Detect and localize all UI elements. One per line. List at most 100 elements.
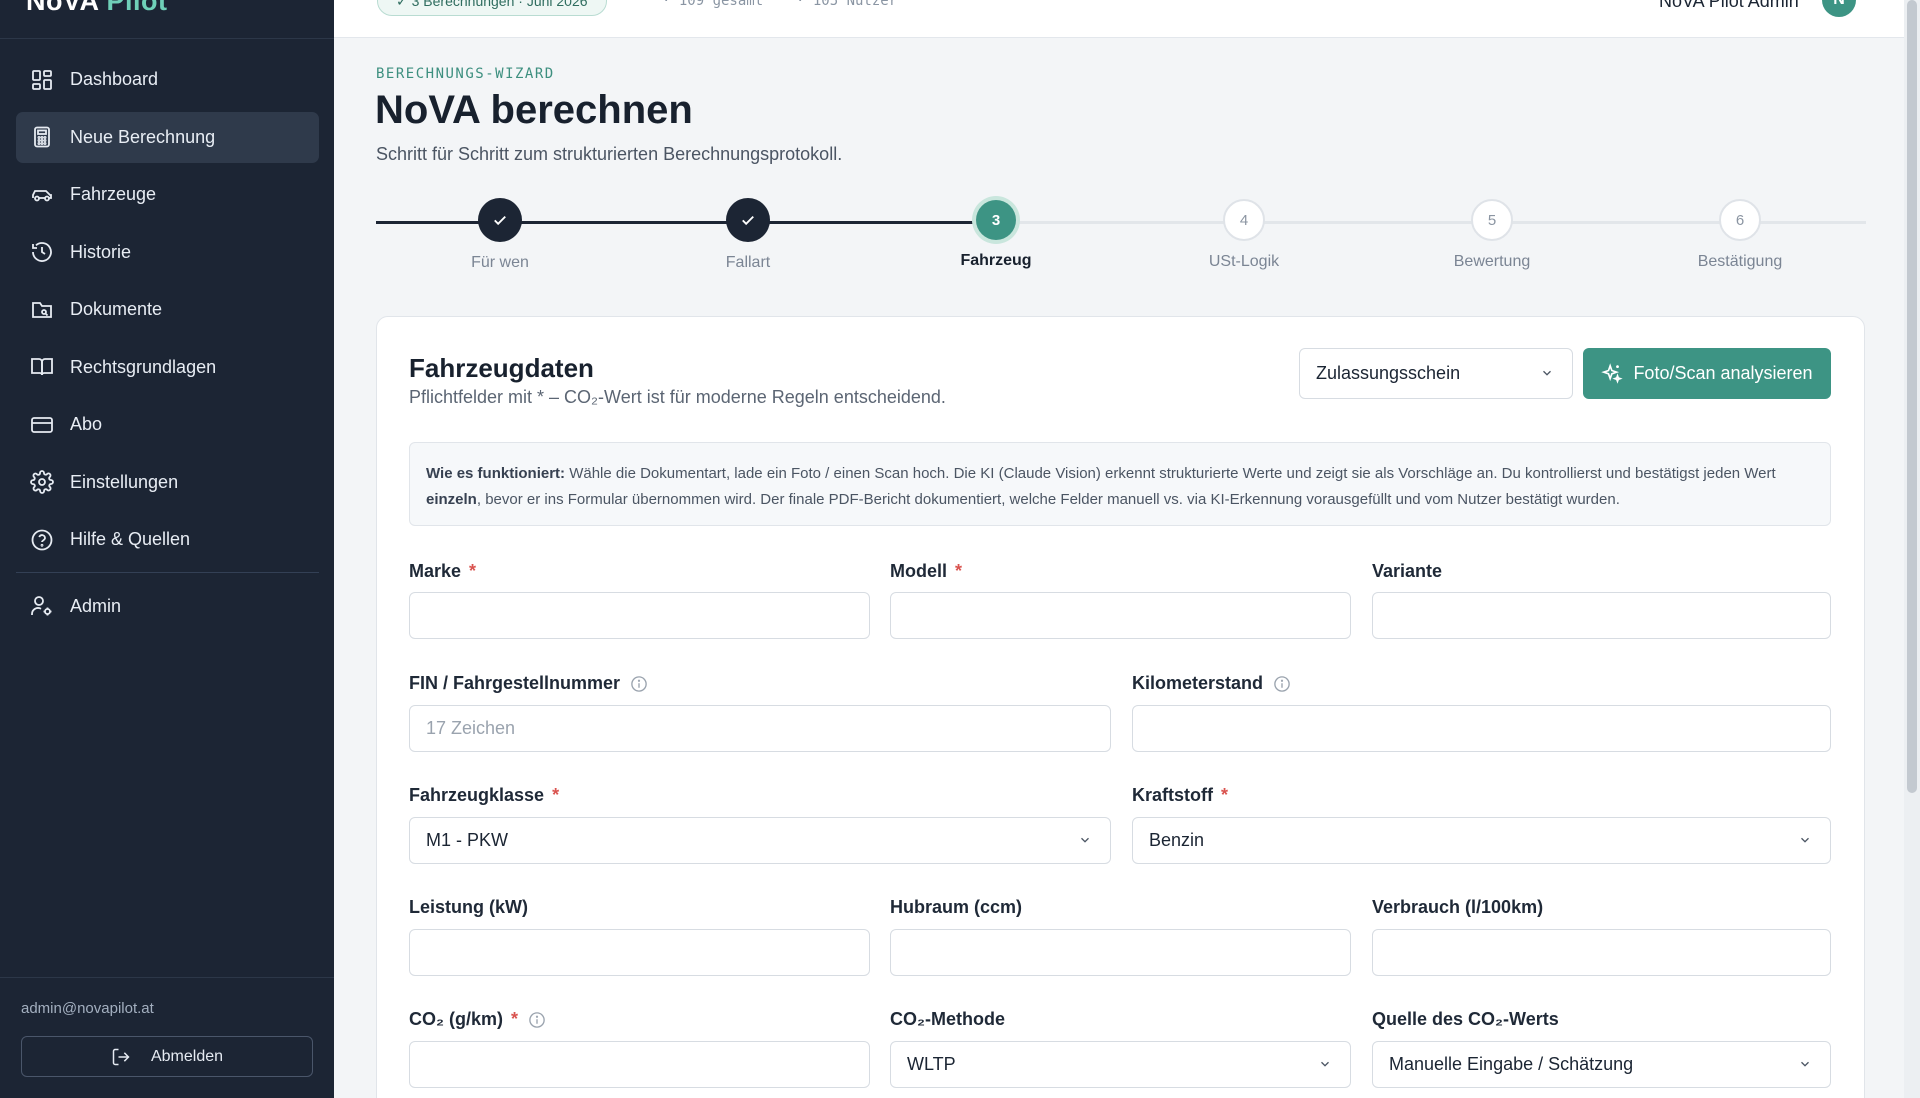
sidebar-item-label: Neue Berechnung	[70, 126, 216, 147]
card-subtitle: Pflichtfelder mit * – CO₂-Wert ist für m…	[409, 387, 946, 407]
step-label: Für wen	[471, 254, 529, 271]
fahrzeugklasse-label: Fahrzeugklasse *	[409, 785, 560, 805]
required-marker: *	[511, 1009, 519, 1029]
fahrzeugklasse-select[interactable]: M1 - PKW	[409, 817, 1111, 864]
fahrzeugklasse-value: M1 - PKW	[426, 830, 509, 850]
total-count: · 109 gesamt	[662, 0, 764, 9]
avatar[interactable]: N	[1822, 0, 1856, 17]
document-folder-icon	[30, 298, 54, 322]
divider	[0, 38, 334, 39]
sidebar-item-label: Rechtsgrundlagen	[70, 356, 217, 377]
co2-label: CO₂ (g/km) *	[409, 1009, 546, 1030]
variante-input[interactable]	[1372, 592, 1831, 639]
user-email: admin@novapilot.at	[21, 1000, 154, 1017]
step-number: 6	[1719, 199, 1761, 241]
sidebar-item-einstellungen[interactable]: Einstellungen	[16, 457, 319, 508]
modell-input[interactable]	[890, 592, 1351, 639]
sidebar-item-hilfe[interactable]: Hilfe & Quellen	[16, 514, 319, 565]
sidebar-item-label: Abo	[70, 414, 103, 434]
scrollbar-thumb[interactable]	[1907, 0, 1917, 793]
sidebar-item-historie[interactable]: Historie	[16, 227, 319, 278]
car-icon	[30, 183, 54, 207]
modell-label: Modell *	[890, 561, 963, 581]
step-fallart[interactable]: Fallart	[648, 198, 848, 272]
logout-label: Abmelden	[150, 1047, 224, 1065]
leistung-input[interactable]	[409, 929, 870, 976]
sidebar-item-neue-berechnung[interactable]: Neue Berechnung	[16, 111, 319, 163]
chevron-down-icon	[1801, 1061, 1809, 1067]
info-box: Wie es funktioniert: Wähle die Dokumenta…	[409, 442, 1831, 526]
co2-quelle-select[interactable]: Manuelle Eingabe / Schätzung	[1372, 1041, 1831, 1088]
page-title: NoVA berechnen	[375, 88, 693, 132]
sidebar-item-fahrzeuge[interactable]: Fahrzeuge	[16, 169, 319, 220]
app-logo[interactable]: NoVA Pilot	[26, 0, 168, 17]
sidebar-item-dashboard[interactable]: Dashboard	[16, 54, 319, 105]
leistung-label: Leistung (kW)	[409, 897, 528, 917]
chevron-down-icon	[1081, 837, 1089, 843]
co2-input[interactable]	[409, 1041, 870, 1088]
sidebar-item-abo[interactable]: Abo	[16, 399, 319, 450]
required-marker: *	[552, 785, 560, 805]
sidebar-nav: Dashboard Neue Berechnung Fahrzeuge Hist…	[16, 54, 319, 638]
sidebar-item-label: Einstellungen	[70, 471, 179, 492]
km-input[interactable]	[1132, 705, 1831, 752]
step-label: Bestätigung	[1697, 253, 1783, 270]
marke-input[interactable]	[409, 592, 870, 639]
vehicle-data-card: Fahrzeugdaten Pflichtfelder mit * – CO₂-…	[376, 316, 1865, 1098]
info-icon[interactable]	[528, 1011, 546, 1029]
step-fahrzeug[interactable]: 3 Fahrzeug	[896, 198, 1096, 270]
user-name[interactable]: NoVA Pilot Admin	[1659, 0, 1799, 12]
scan-button-label: Foto/Scan analysieren	[1633, 363, 1813, 383]
kraftstoff-label: Kraftstoff *	[1132, 785, 1229, 805]
book-icon	[30, 355, 54, 379]
required-marker: *	[469, 561, 477, 581]
scan-analyze-button[interactable]: Foto/Scan analysieren	[1583, 348, 1831, 399]
info-icon[interactable]	[1273, 675, 1291, 693]
kraftstoff-value: Benzin	[1149, 830, 1205, 850]
required-marker: *	[955, 561, 963, 581]
step-ust-logik[interactable]: 4 USt-Logik	[1144, 198, 1344, 271]
km-label: Kilometerstand	[1132, 673, 1291, 694]
fin-input[interactable]: 17 Zeichen	[409, 705, 1111, 752]
step-bestaetigung[interactable]: 6 Bestätigung	[1640, 198, 1840, 271]
kraftstoff-select[interactable]: Benzin	[1132, 817, 1831, 864]
check-icon	[726, 198, 770, 242]
credit-card-icon	[30, 413, 54, 437]
gear-icon	[30, 470, 54, 494]
help-icon	[30, 528, 54, 552]
step-bewertung[interactable]: 5 Bewertung	[1392, 198, 1592, 271]
logout-button[interactable]: Abmelden	[21, 1036, 313, 1077]
document-type-select[interactable]: Zulassungsschein	[1299, 348, 1573, 399]
marke-label: Marke *	[409, 561, 477, 581]
step-fuer-wen[interactable]: Für wen	[400, 198, 600, 272]
user-count: · 105 Nutzer	[796, 0, 898, 9]
co2-methode-select[interactable]: WLTP	[890, 1041, 1351, 1088]
card-title: Fahrzeugdaten	[409, 353, 594, 383]
co2-methode-value: WLTP	[907, 1054, 956, 1074]
dashboard-icon	[30, 68, 54, 92]
info-strong: einzeln	[426, 491, 477, 508]
verbrauch-input[interactable]	[1372, 929, 1831, 976]
chevron-down-icon	[1801, 837, 1809, 843]
step-label: Fahrzeug	[960, 252, 1032, 269]
hubraum-input[interactable]	[890, 929, 1351, 976]
step-number: 4	[1223, 199, 1265, 241]
chevron-down-icon	[1543, 370, 1551, 376]
step-label: Bewertung	[1453, 253, 1531, 270]
hubraum-label: Hubraum (ccm)	[890, 897, 1023, 917]
sidebar-item-dokumente[interactable]: Dokumente	[16, 284, 319, 335]
page-subtitle: Schritt für Schritt zum strukturierten B…	[376, 144, 843, 164]
history-icon	[30, 240, 54, 264]
user-cog-icon	[30, 594, 54, 618]
info-strong: Wie es funktioniert:	[426, 465, 566, 482]
calculator-icon	[30, 125, 54, 149]
logout-icon	[112, 1048, 130, 1065]
info-text: Wähle die Dokumentart, lade ein Foto / e…	[565, 465, 1776, 482]
required-marker: *	[1221, 785, 1229, 805]
sidebar-item-rechtsgrundlagen[interactable]: Rechtsgrundlagen	[16, 342, 319, 393]
sidebar-item-admin[interactable]: Admin	[16, 581, 319, 632]
sidebar-item-label: Admin	[70, 595, 122, 616]
info-icon[interactable]	[630, 675, 648, 693]
document-type-value: Zulassungsschein	[1316, 363, 1461, 383]
co2-quelle-value: Manuelle Eingabe / Schätzung	[1389, 1054, 1634, 1074]
